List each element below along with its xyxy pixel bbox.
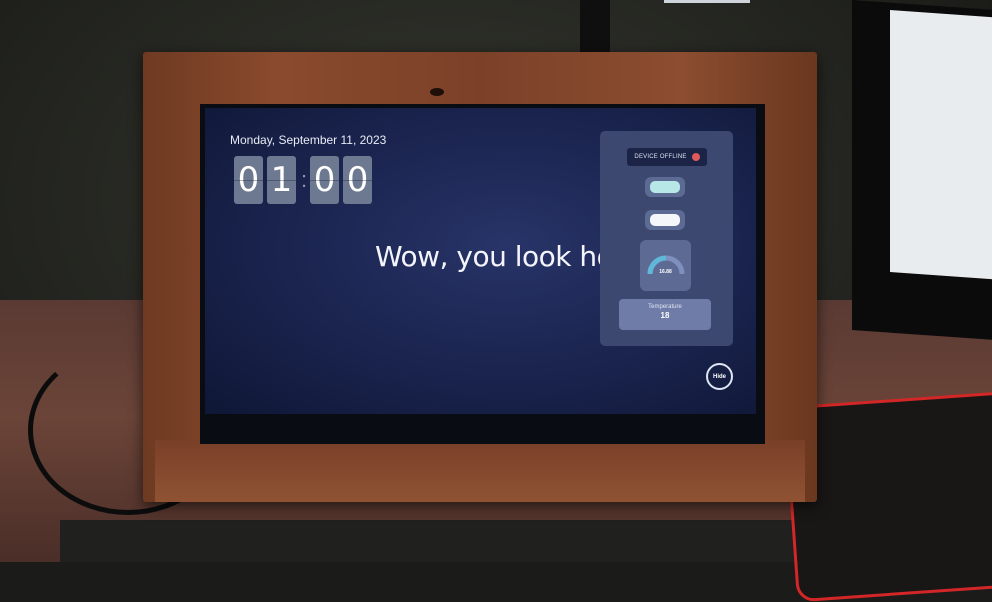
device-status-badge[interactable]: DEVICE OFFLINE <box>627 148 707 166</box>
temperature-card[interactable]: Temperature 18 <box>619 299 711 330</box>
hide-button[interactable]: Hide <box>706 363 733 390</box>
toggle-indicator-1 <box>650 181 680 193</box>
clock-digit-hour-ones: 1 <box>267 156 296 204</box>
stand-pole <box>580 0 610 58</box>
flip-clock: 0 1 : 0 0 <box>234 156 376 204</box>
device-panel: DEVICE OFFLINE 16.88 Temperature 18 <box>600 131 733 346</box>
toggle-button-1[interactable] <box>645 177 685 197</box>
dashboard-screen: Monday, September 11, 2023 0 1 : 0 0 Wow… <box>205 108 756 414</box>
clock-digit-hour-tens: 0 <box>234 156 263 204</box>
date-label: Monday, September 11, 2023 <box>230 133 387 147</box>
gauge-card[interactable]: 16.88 <box>640 240 691 291</box>
temperature-value: 18 <box>660 311 670 320</box>
clock-digit-minute-ones: 0 <box>343 156 373 204</box>
greeting-message: Wow, you look hot! <box>375 240 635 273</box>
desk-edge <box>60 520 820 562</box>
ceiling-light-strip <box>664 0 750 3</box>
side-monitor-screen <box>890 10 992 280</box>
toggle-indicator-2 <box>650 214 680 226</box>
temperature-label: Temperature <box>648 304 682 310</box>
wooden-frame-bottom <box>155 440 805 502</box>
clock-digit-minute-tens: 0 <box>310 156 340 204</box>
gauge-value: 16.88 <box>659 269 672 275</box>
clock-separator: : <box>301 167 308 192</box>
status-dot-icon <box>691 153 700 161</box>
device-status-label: DEVICE OFFLINE <box>634 154 687 160</box>
toggle-button-2[interactable] <box>645 210 685 230</box>
camera-hole <box>430 88 444 96</box>
